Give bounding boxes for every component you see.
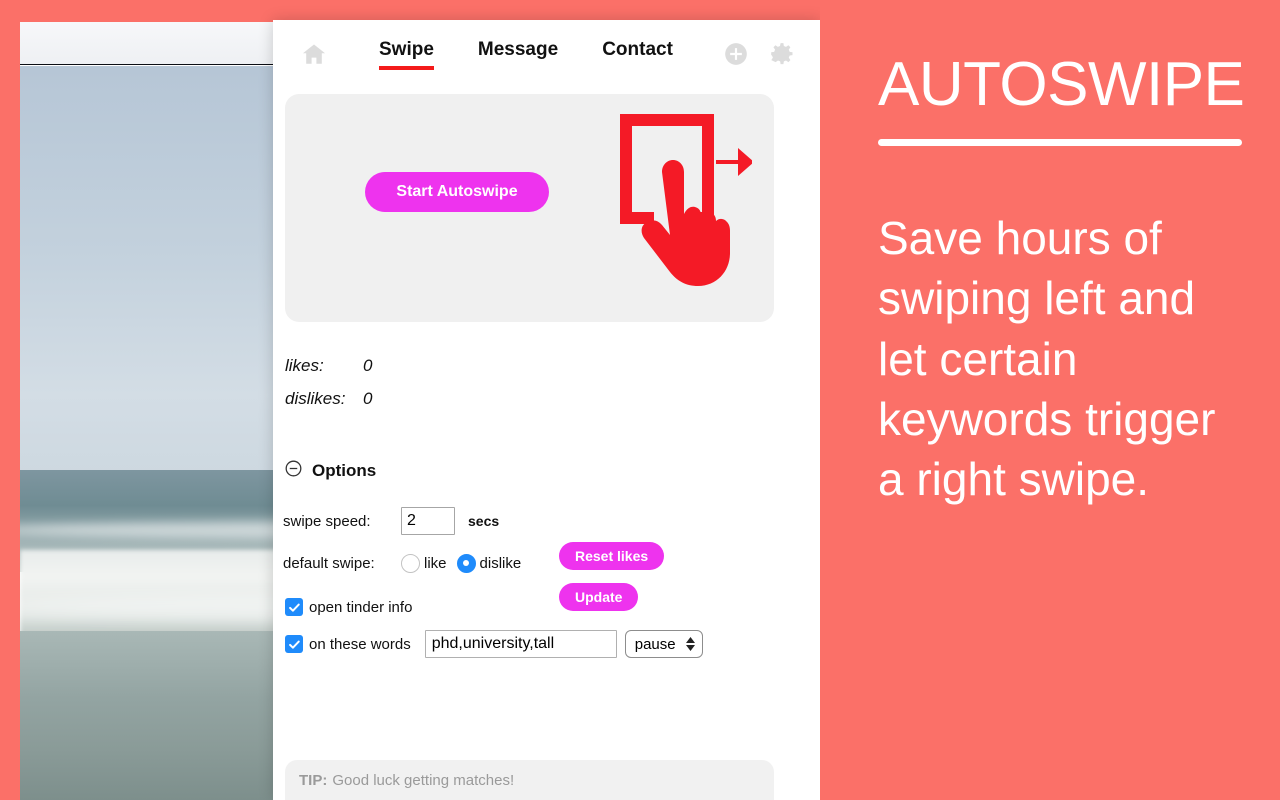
radio-like-control[interactable]	[401, 553, 420, 573]
home-icon[interactable]	[297, 37, 331, 71]
secs-label: secs	[468, 513, 500, 529]
promo-title: AUTOSWIPE	[878, 50, 1245, 119]
tip-text: Good luck getting matches!	[332, 771, 515, 789]
default-swipe-row: default swipe: like dislike	[283, 542, 820, 584]
update-button[interactable]: Update	[559, 583, 639, 611]
plus-circle-icon[interactable]	[719, 37, 753, 71]
autoswipe-hero-card: Start Autoswipe	[285, 94, 774, 322]
keyword-action-select[interactable]: pause	[624, 630, 703, 658]
on-these-words-checkbox[interactable]	[285, 635, 303, 653]
options-title: Options	[312, 461, 377, 480]
options-body: swipe speed: secs default swipe: like di…	[283, 500, 820, 658]
options-section-toggle[interactable]: Options	[285, 460, 820, 482]
start-autoswipe-button[interactable]: Start Autoswipe	[365, 172, 549, 212]
tip-prefix: TIP:	[299, 771, 328, 789]
promo-divider	[878, 139, 1242, 147]
promo-panel: AUTOSWIPE Save hours of swiping left and…	[820, 0, 1280, 800]
dislikes-label: dislikes:	[285, 389, 346, 408]
keyword-action-select-wrapper: pause	[617, 630, 703, 658]
tab-message[interactable]: Message	[478, 39, 558, 70]
open-tinder-info-label: open tinder info	[309, 598, 413, 616]
default-swipe-label: default swipe:	[283, 554, 375, 572]
swipe-speed-label: swipe speed:	[283, 512, 371, 530]
likes-value: 0	[363, 356, 373, 375]
radio-like[interactable]: like	[401, 553, 447, 573]
swipe-right-hand-icon	[612, 110, 754, 300]
tab-contact[interactable]: Contact	[602, 39, 673, 70]
open-tinder-info-checkbox[interactable]	[285, 598, 303, 616]
swipe-speed-row: swipe speed: secs	[283, 500, 820, 542]
radio-dislike[interactable]: dislike	[456, 553, 522, 573]
likes-label: likes:	[285, 356, 324, 375]
radio-dislike-label: dislike	[479, 554, 522, 572]
swipe-speed-input[interactable]	[401, 507, 455, 535]
reset-likes-button[interactable]: Reset likes	[559, 542, 665, 570]
tip-bar: TIP: Good luck getting matches!	[285, 760, 774, 800]
navbar-actions	[719, 37, 799, 71]
on-these-words-row: on these words pause	[285, 630, 820, 658]
circle-minus-icon[interactable]	[285, 460, 302, 482]
screenshot-root: Swipe Message Contact Start Autoswipe li…	[0, 0, 1280, 800]
radio-like-label: like	[424, 554, 447, 572]
dislikes-value: 0	[363, 389, 373, 408]
stat-likes: likes: 0	[285, 356, 820, 389]
open-tinder-info-row: open tinder info	[285, 598, 820, 616]
radio-dislike-control[interactable]	[456, 553, 476, 573]
gear-icon[interactable]	[765, 37, 799, 71]
swipe-stats: likes: 0 dislikes: 0	[285, 356, 820, 422]
autoswipe-extension-panel: Swipe Message Contact Start Autoswipe li…	[273, 20, 820, 800]
keywords-input[interactable]	[424, 630, 617, 658]
extension-navbar: Swipe Message Contact	[273, 20, 820, 88]
on-these-words-label: on these words	[309, 635, 411, 653]
stat-dislikes: dislikes: 0	[285, 389, 820, 422]
tab-swipe[interactable]: Swipe	[379, 39, 434, 70]
promo-tagline: Save hours of swiping left and let certa…	[878, 212, 1216, 506]
